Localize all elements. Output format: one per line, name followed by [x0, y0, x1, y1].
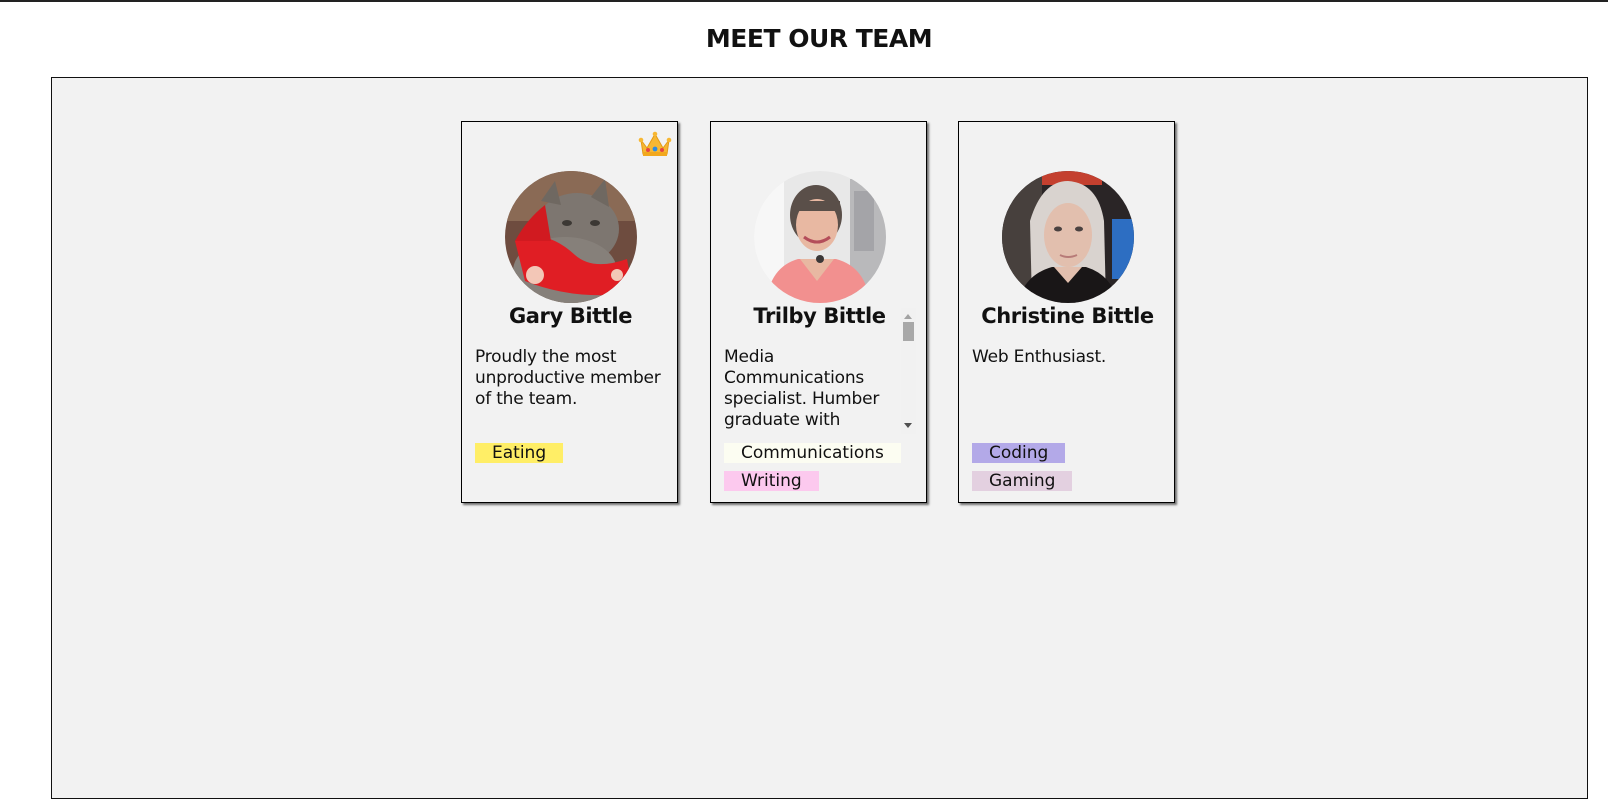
tag-communications: Communications — [724, 443, 901, 463]
tag-coding: Coding — [972, 443, 1066, 463]
member-bio: Media Communications specialist. Humber … — [724, 347, 880, 429]
team-card-christine: Christine Bittle Web Enthusiast. Coding … — [958, 121, 1175, 503]
team-card-gary: Gary Bittle Proudly the most unproductiv… — [461, 121, 678, 503]
crown-icon — [638, 131, 672, 156]
page-title: MEET OUR TEAM — [705, 24, 933, 53]
bio-container: Media Communications specialist. Humber … — [724, 347, 902, 429]
tag-eating: Eating — [475, 443, 564, 463]
team-panel: Gary Bittle Proudly the most unproductiv… — [51, 77, 1588, 799]
cat-photo — [505, 171, 637, 303]
scroll-up-arrow-icon[interactable] — [904, 314, 912, 319]
tag-gaming: Gaming — [972, 471, 1073, 491]
top-border-line — [0, 0, 1608, 2]
member-name: Gary Bittle — [508, 304, 633, 328]
scroll-down-arrow-icon[interactable] — [904, 423, 912, 428]
woman-photo — [1002, 171, 1134, 303]
avatar-trilby — [754, 171, 886, 303]
scroll-thumb[interactable] — [903, 322, 914, 341]
avatar-christine — [1002, 171, 1134, 303]
member-bio: Web Enthusiast. — [972, 347, 1107, 367]
bio-container: Proudly the most unproductive member of … — [475, 347, 665, 429]
member-name: Trilby Bittle — [753, 304, 886, 328]
bio-container: Web Enthusiast. — [972, 347, 1162, 429]
woman-photo — [754, 171, 886, 303]
tag-writing: Writing — [724, 471, 819, 491]
member-name: Christine Bittle — [981, 304, 1154, 328]
bio-scrollbar[interactable] — [901, 308, 916, 434]
team-card-trilby: Trilby Bittle Media Communications speci… — [710, 121, 927, 503]
member-bio: Proudly the most unproductive member of … — [475, 347, 661, 409]
avatar-gary — [505, 171, 637, 303]
